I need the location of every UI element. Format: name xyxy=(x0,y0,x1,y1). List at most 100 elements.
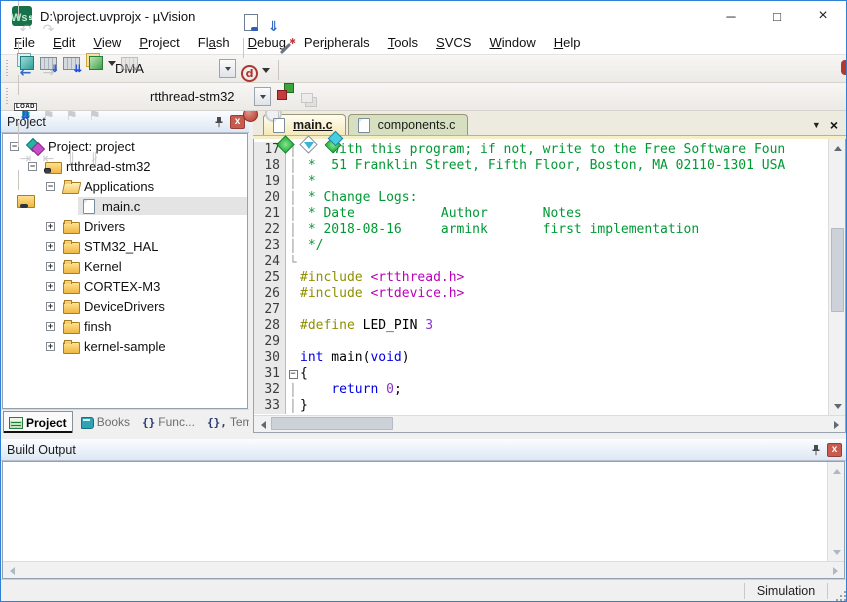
doc-tab-components-c[interactable]: components.c xyxy=(348,114,469,135)
code-line-33[interactable]: 33│} xyxy=(254,398,828,414)
code-text: * 2018-08-16 armink first implementation xyxy=(300,222,828,238)
code-line-25[interactable]: 25#include <rtthread.h> xyxy=(254,270,828,286)
pack-installer-button[interactable] xyxy=(320,131,343,154)
batch-build-button[interactable] xyxy=(83,50,106,73)
incremental-find-button[interactable]: ⇓ xyxy=(262,15,285,38)
scroll-right-button[interactable] xyxy=(827,562,844,579)
tree-item-label: CORTEX-M3 xyxy=(84,279,160,294)
build-output-vertical-scrollbar[interactable] xyxy=(827,462,844,561)
scroll-down-button[interactable] xyxy=(828,544,845,561)
close-panel-button[interactable]: x xyxy=(827,443,842,457)
batch-build-options-caret[interactable] xyxy=(106,51,118,74)
code-line-27[interactable]: 27 xyxy=(254,302,828,318)
expander-plus-icon[interactable]: + xyxy=(46,282,55,291)
menu-window[interactable]: Window xyxy=(480,33,544,52)
toolbar-grip[interactable] xyxy=(6,88,10,106)
editor-area: main.ccomponents.c▼× 17│ * with this pro… xyxy=(253,111,846,433)
scroll-up-button[interactable] xyxy=(828,462,845,479)
fold-margin[interactable]: − xyxy=(286,366,300,382)
code-line-22[interactable]: 22│ * 2018-08-16 armink first implementa… xyxy=(254,222,828,238)
filter-packs-button[interactable] xyxy=(297,133,320,156)
expander-plus-icon[interactable]: + xyxy=(46,262,55,271)
tree-item-cortex-m3[interactable]: + CORTEX-M3 xyxy=(3,276,247,296)
tree-item-drivers[interactable]: +Drivers xyxy=(3,216,247,236)
fold-margin: │ xyxy=(286,238,300,254)
start-stop-debug-button[interactable]: d xyxy=(241,65,258,82)
pin-icon[interactable] xyxy=(211,114,227,130)
rebuild-button[interactable] xyxy=(60,52,83,75)
close-button[interactable]: × xyxy=(800,1,846,31)
scroll-left-button[interactable] xyxy=(3,562,20,579)
code-line-26[interactable]: 26#include <rtdevice.h> xyxy=(254,286,828,302)
code-line-32[interactable]: 32│ return 0; xyxy=(254,382,828,398)
scroll-thumb[interactable] xyxy=(271,417,393,430)
undo-button: ↶ xyxy=(14,18,37,41)
target-select[interactable]: rtthread-stm32 xyxy=(144,89,254,104)
editor-horizontal-scrollbar[interactable] xyxy=(254,415,845,432)
project-icon xyxy=(9,417,23,429)
search-dropdown-button[interactable] xyxy=(219,59,236,78)
code-text: return 0; xyxy=(300,382,828,398)
code-text: #define LED_PIN 3 xyxy=(300,318,828,334)
code-line-29[interactable]: 29 xyxy=(254,334,828,350)
scroll-up-button[interactable] xyxy=(829,139,846,156)
menu-flash[interactable]: Flash xyxy=(189,33,239,52)
code-text: #include <rtthread.h> xyxy=(300,270,828,286)
resize-grip[interactable] xyxy=(828,580,846,601)
toolbar-grip[interactable] xyxy=(6,60,10,78)
tree-item-finsh[interactable]: +finsh xyxy=(3,316,247,336)
tree-item-kernel[interactable]: +Kernel xyxy=(3,256,247,276)
code-line-18[interactable]: 18│ * 51 Franklin Street, Fifth Floor, B… xyxy=(254,158,828,174)
scroll-thumb[interactable] xyxy=(831,228,844,312)
panel-tab-books[interactable]: Books xyxy=(75,411,135,433)
code-line-20[interactable]: 20│ * Change Logs: xyxy=(254,190,828,206)
expander-plus-icon[interactable]: + xyxy=(46,302,55,311)
build-button[interactable] xyxy=(37,52,60,75)
expander-plus-icon[interactable]: + xyxy=(46,342,55,351)
scroll-left-button[interactable] xyxy=(254,416,271,433)
panel-tab-project[interactable]: Project xyxy=(3,411,73,433)
code-line-23[interactable]: 23│ */ xyxy=(254,238,828,254)
find-in-files-next-button[interactable] xyxy=(239,11,262,34)
menu-tools[interactable]: Tools xyxy=(379,33,427,52)
minimize-button[interactable]: ─ xyxy=(708,1,754,31)
download-button[interactable] xyxy=(14,100,37,123)
fold-collapse-icon[interactable]: − xyxy=(289,370,298,379)
manage-runtime-environment-button[interactable] xyxy=(274,80,297,103)
menu-help[interactable]: Help xyxy=(545,33,590,52)
code-line-19[interactable]: 19│ * xyxy=(254,174,828,190)
code-text: * with this program; if not, write to th… xyxy=(300,142,828,158)
find-in-files-button[interactable] xyxy=(14,190,37,213)
code-line-21[interactable]: 21│ * Date Author Notes xyxy=(254,206,828,222)
tab-list-dropdown-icon[interactable]: ▼ xyxy=(812,120,821,130)
menu-svcs[interactable]: SVCS xyxy=(427,33,480,52)
tree-item-devicedrivers[interactable]: +DeviceDrivers xyxy=(3,296,247,316)
close-document-icon[interactable]: × xyxy=(830,119,838,131)
select-software-packs-button[interactable] xyxy=(274,133,297,156)
code-line-31[interactable]: 31−{ xyxy=(254,366,828,382)
kill-breakpoints-clipped-button[interactable] xyxy=(841,60,846,75)
expander-plus-icon[interactable]: + xyxy=(46,222,55,231)
build-output-horizontal-scrollbar[interactable] xyxy=(3,561,844,578)
tree-item-stm32-hal[interactable]: +STM32_HAL xyxy=(3,236,247,256)
options-for-target-button[interactable] xyxy=(274,37,297,60)
build-output-content[interactable] xyxy=(3,462,827,561)
target-dropdown-button[interactable] xyxy=(254,87,271,106)
translate-file-button[interactable] xyxy=(14,50,37,73)
code-line-30[interactable]: 30int main(void) xyxy=(254,350,828,366)
scroll-right-button[interactable] xyxy=(828,416,845,433)
debug-options-caret[interactable] xyxy=(260,58,272,81)
line-number: 20 xyxy=(254,190,286,206)
tree-item-kernel-sample[interactable]: +kernel-sample xyxy=(3,336,247,356)
panel-tab-func[interactable]: {}Func... xyxy=(137,411,200,433)
editor-vertical-scrollbar[interactable] xyxy=(828,139,845,415)
maximize-button[interactable]: □ xyxy=(754,1,800,31)
code-line-28[interactable]: 28#define LED_PIN 3 xyxy=(254,318,828,334)
code-editor[interactable]: 17│ * with this program; if not, write t… xyxy=(254,139,828,415)
scroll-down-button[interactable] xyxy=(829,398,846,415)
pin-icon[interactable] xyxy=(808,442,824,458)
build-output-panel: Build Output x xyxy=(1,439,846,579)
expander-plus-icon[interactable]: + xyxy=(46,322,55,331)
code-line-24[interactable]: 24└ xyxy=(254,254,828,270)
expander-plus-icon[interactable]: + xyxy=(46,242,55,251)
